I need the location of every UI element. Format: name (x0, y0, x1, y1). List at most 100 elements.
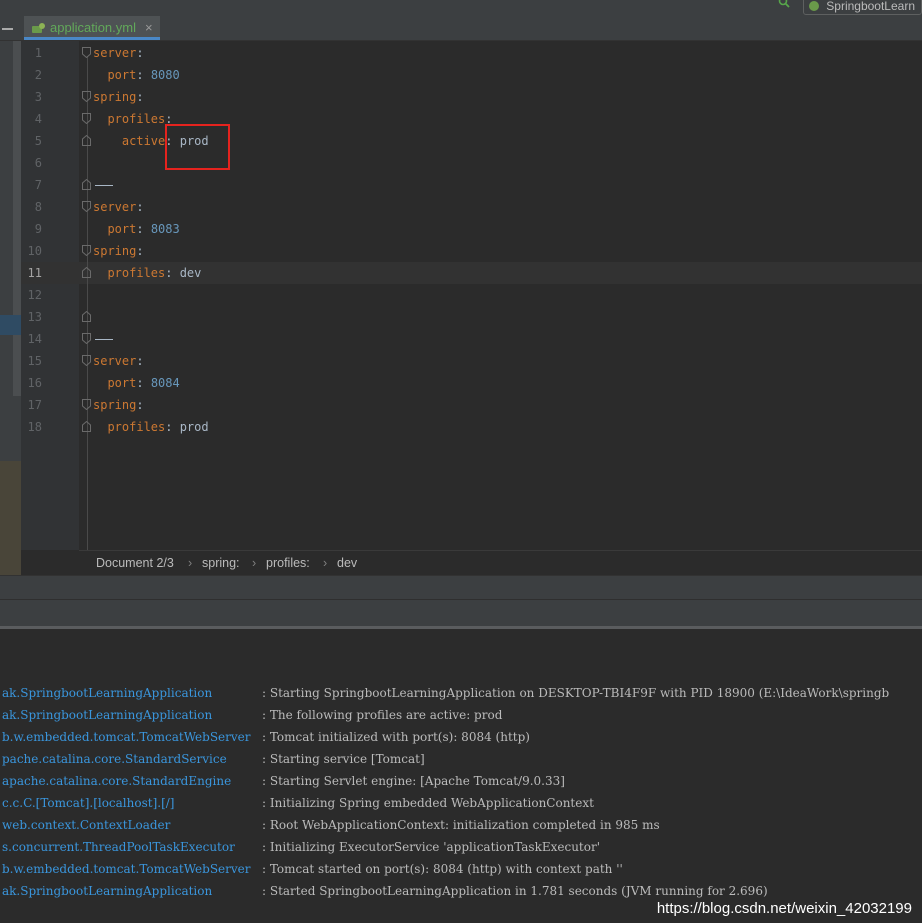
code-line[interactable]: 15 server: (21, 350, 922, 372)
code-line[interactable]: 2 port: 8080 (21, 64, 922, 86)
minimize-icon[interactable] (2, 28, 13, 30)
fold-marker-icon[interactable] (82, 47, 91, 58)
document-separator (95, 185, 113, 186)
logger-name[interactable]: b.w.embedded.tomcat.TomcatWebServer (2, 858, 251, 880)
editor-bottom-bar (0, 575, 922, 600)
code-line[interactable]: 16 port: 8084 (21, 372, 922, 394)
code-line[interactable]: 9 port: 8083 (21, 218, 922, 240)
yaml-key: active (121, 134, 166, 148)
yaml-key: spring (93, 398, 137, 412)
tool-strip-scrollbar[interactable] (13, 41, 21, 396)
logger-name[interactable]: ak.SpringbootLearningApplication (2, 682, 212, 704)
logger-name[interactable]: web.context.ContextLoader (2, 814, 170, 836)
breadcrumb-dev[interactable]: dev (337, 551, 357, 576)
breadcrumb-profiles[interactable]: profiles: (266, 551, 310, 576)
breadcrumb-document[interactable]: Document 2/3 (96, 551, 174, 576)
code-line[interactable]: 5 active: prod (21, 130, 922, 152)
document-separator (95, 339, 113, 340)
run-tool-window-header (0, 599, 922, 627)
fold-marker-icon[interactable] (82, 421, 91, 432)
yaml-token: prod (179, 420, 209, 434)
main-toolbar: SpringbootLearn (0, 0, 922, 17)
line-number: 12 (27, 288, 42, 302)
code-line[interactable]: 8 server: (21, 196, 922, 218)
fold-marker-icon[interactable] (82, 399, 91, 410)
line-number: 1 (34, 46, 42, 60)
line-number: 15 (27, 354, 42, 368)
logger-name[interactable]: b.w.embedded.tomcat.TomcatWebServer (2, 726, 251, 748)
code-line[interactable]: 12 (21, 284, 922, 306)
code-text: server: (93, 196, 144, 218)
code-line[interactable]: 3 spring: (21, 86, 922, 108)
line-number: 7 (34, 178, 42, 192)
code-line[interactable]: 1 server: (21, 42, 922, 64)
run-configuration-selector[interactable]: SpringbootLearn (803, 0, 922, 15)
yaml-token: : (136, 222, 151, 236)
yaml-token: : (136, 354, 144, 368)
logger-name[interactable]: c.c.C.[Tomcat].[localhost].[/] (2, 792, 174, 814)
fold-marker-icon[interactable] (82, 267, 91, 278)
fold-marker-icon[interactable] (82, 91, 91, 102)
yaml-token: : (136, 398, 144, 412)
fold-marker-icon[interactable] (82, 355, 91, 366)
breadcrumb-spring[interactable]: spring: (202, 551, 240, 576)
line-number: 16 (27, 376, 42, 390)
yaml-key: profiles (107, 112, 166, 126)
yaml-file-icon (32, 23, 45, 33)
fold-marker-icon[interactable] (82, 333, 91, 344)
line-number: 9 (34, 222, 42, 236)
code-line[interactable]: 17 spring: (21, 394, 922, 416)
line-number: 6 (34, 156, 42, 170)
yaml-token (93, 134, 122, 148)
code-text: server: (93, 42, 144, 64)
selected-project-item[interactable] (0, 315, 21, 335)
log-line: ak.SpringbootLearningApplication: Starte… (0, 880, 922, 902)
chevron-right-icon: › (188, 556, 193, 570)
line-number: 14 (27, 332, 42, 346)
yaml-token: : (136, 376, 151, 390)
run-console[interactable]: ak.SpringbootLearningApplication: Starti… (0, 629, 922, 923)
fold-marker-icon[interactable] (82, 179, 91, 190)
logger-name[interactable]: ak.SpringbootLearningApplication (2, 880, 212, 902)
yaml-key: port (107, 376, 137, 390)
log-line: pache.catalina.core.StandardService: Sta… (0, 748, 922, 770)
yaml-key: port (107, 68, 137, 82)
fold-marker-icon[interactable] (82, 311, 91, 322)
code-line[interactable]: 11 profiles: dev (21, 262, 922, 284)
fold-marker-icon[interactable] (82, 113, 91, 124)
yaml-token (93, 112, 107, 126)
fold-marker-icon[interactable] (82, 201, 91, 212)
code-line[interactable]: 6 (21, 152, 922, 174)
line-number: 11 (27, 266, 42, 280)
code-line[interactable]: 14 (21, 328, 922, 350)
code-line[interactable]: 18 profiles: prod (21, 416, 922, 438)
line-number: 8 (34, 200, 42, 214)
code-text: port: 8084 (93, 372, 179, 394)
search-icon[interactable] (778, 0, 790, 8)
logger-name[interactable]: ak.SpringbootLearningApplication (2, 704, 212, 726)
logger-name[interactable]: s.concurrent.ThreadPoolTaskExecutor (2, 836, 235, 858)
log-message: : The following profiles are active: pro… (262, 708, 503, 722)
log-message: : Initializing Spring embedded WebApplic… (262, 796, 594, 810)
code-line[interactable]: 13 (21, 306, 922, 328)
code-text: profiles: (93, 108, 172, 130)
code-line[interactable]: 7 (21, 174, 922, 196)
code-text: profiles: prod (93, 416, 209, 438)
close-icon[interactable]: × (145, 20, 153, 35)
log-line: apache.catalina.core.StandardEngine: Sta… (0, 770, 922, 792)
fold-marker-icon[interactable] (82, 135, 91, 146)
tab-application-yml[interactable]: application.yml × (24, 16, 160, 40)
yaml-key: server (93, 46, 137, 60)
fold-marker-icon[interactable] (82, 245, 91, 256)
yaml-number: 8080 (150, 68, 180, 82)
code-line[interactable]: 4 profiles: (21, 108, 922, 130)
yaml-token: : (136, 244, 144, 258)
logger-name[interactable]: pache.catalina.core.StandardService (2, 748, 227, 770)
logger-name[interactable]: apache.catalina.core.StandardEngine (2, 770, 231, 792)
log-message: : Tomcat initialized with port(s): 8084 … (262, 730, 530, 744)
yaml-key: spring (93, 90, 137, 104)
project-tool-strip (0, 41, 21, 576)
code-text: server: (93, 350, 144, 372)
yaml-key: profiles (107, 420, 166, 434)
code-line[interactable]: 10 spring: (21, 240, 922, 262)
